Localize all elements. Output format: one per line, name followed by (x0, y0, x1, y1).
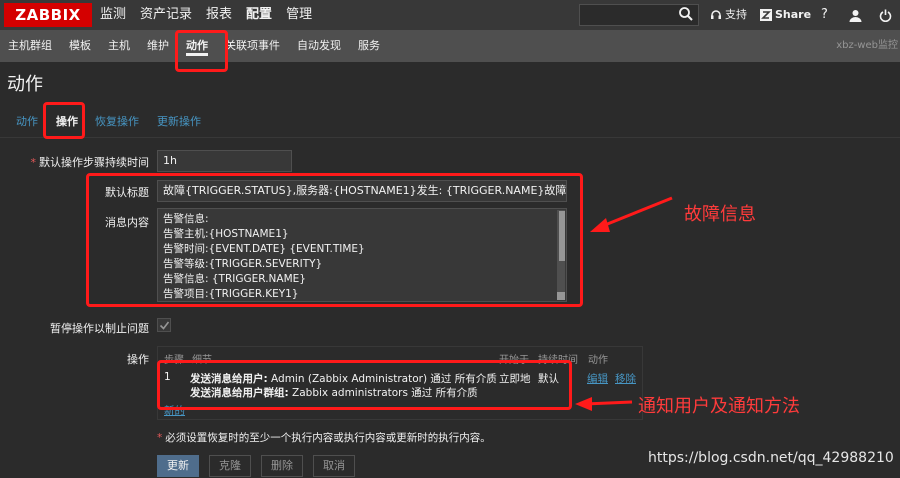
delete-button[interactable]: 删除 (261, 455, 303, 477)
tab-bar: 动作 操作 恢复操作 更新操作 (0, 106, 900, 138)
help-icon: ? (821, 7, 828, 22)
update-button[interactable]: 更新 (157, 455, 199, 477)
user-profile-link[interactable] (849, 0, 865, 30)
row-edit-link[interactable]: 编辑 (587, 371, 608, 386)
headset-icon (711, 10, 721, 19)
operations-table: 步骤 细节 开始于 持续时间 动作 1 发送消息给用户: Admin (Zabb… (157, 346, 643, 420)
top-bar: ZABBIX 监测 资产记录 报表 配置 管理 支持 Share ? (0, 0, 900, 30)
col-header-start-in: 开始于 (499, 355, 529, 366)
user-icon (849, 9, 862, 22)
top-menu-monitoring[interactable]: 监测 (100, 0, 126, 30)
page-title: 动作 (7, 74, 43, 95)
annotation-notify: 通知用户及通知方法 (638, 396, 800, 417)
top-menu-configuration[interactable]: 配置 (246, 0, 272, 30)
support-link[interactable]: 支持 (710, 0, 747, 30)
required-note: * 必须设置恢复时的至少一个执行内容或执行内容或更新时的执行内容。 (157, 432, 491, 444)
textarea-resize-handle[interactable] (557, 292, 565, 300)
support-label: 支持 (725, 8, 747, 21)
power-icon (879, 9, 892, 22)
top-menu-inventory[interactable]: 资产记录 (140, 0, 192, 30)
default-message-textarea[interactable]: 告警信息: 告警主机:{HOSTNAME1} 告警时间:{EVENT.DATE}… (157, 208, 567, 302)
pause-suppressed-checkbox[interactable] (157, 318, 171, 332)
share-label: Share (775, 8, 812, 21)
message-line: 告警项目:{TRIGGER.KEY1} (163, 288, 299, 300)
new-operation-link[interactable]: 新的 (164, 403, 185, 418)
sign-out-link[interactable] (879, 0, 895, 30)
message-line: 告警信息: {TRIGGER.NAME} (163, 273, 306, 285)
sub-menu-discovery[interactable]: 自动发现 (297, 30, 341, 62)
step-duration-input[interactable]: 1h (157, 150, 292, 172)
textarea-scroll-thumb[interactable] (559, 211, 565, 261)
search-icon[interactable] (678, 6, 694, 22)
share-link[interactable]: Share (760, 0, 811, 30)
col-header-action: 动作 (588, 355, 608, 366)
sub-menu-hosts[interactable]: 主机 (108, 30, 130, 62)
zabbix-share-icon (760, 9, 772, 21)
tab-action[interactable]: 动作 (16, 106, 38, 138)
message-line: 告警等级:{TRIGGER.SEVERITY} (163, 258, 323, 270)
row-detail-group: 发送消息给用户群组: Zabbix administrators 通过 所有介质 (190, 387, 478, 399)
sub-menu-actions[interactable]: 动作 (186, 30, 208, 62)
tab-operations[interactable]: 操作 (56, 106, 78, 138)
tab-update-operations[interactable]: 更新操作 (157, 106, 201, 138)
sub-menu-maintenance[interactable]: 维护 (147, 30, 169, 62)
col-header-steps: 步骤 (164, 355, 184, 366)
sub-menu-templates[interactable]: 模板 (69, 30, 91, 62)
clone-button[interactable]: 克隆 (209, 455, 251, 477)
col-header-details: 细节 (192, 355, 212, 366)
sub-menu-host-groups[interactable]: 主机群组 (8, 30, 52, 62)
step-duration-label: * 默认操作步骤持续时间 (30, 156, 150, 169)
default-subject-input[interactable]: 故障{TRIGGER.STATUS},服务器:{HOSTNAME1}发生: {T… (157, 180, 567, 202)
watermark: https://blog.csdn.net/qq_42988210 (648, 450, 894, 466)
host-label: xbz-web监控 (836, 40, 898, 51)
row-step: 1 (164, 371, 171, 383)
sub-menu-services[interactable]: 服务 (358, 30, 380, 62)
row-detail-user: 发送消息给用户: Admin (Zabbix Administrator) 通过… (190, 373, 497, 385)
annotation-fault-info: 故障信息 (684, 204, 756, 225)
sub-menu: 主机群组 模板 主机 维护 动作 关联项事件 自动发现 服务 (8, 30, 397, 62)
message-line: 告警时间:{EVENT.DATE} {EVENT.TIME} (163, 243, 365, 255)
row-remove-link[interactable]: 移除 (615, 371, 636, 386)
cancel-button[interactable]: 取消 (313, 455, 355, 477)
top-menu-administration[interactable]: 管理 (286, 0, 312, 30)
top-menu: 监测 资产记录 报表 配置 管理 (100, 0, 326, 30)
checkmark-icon (159, 321, 170, 330)
sub-menu-event-correlation[interactable]: 关联项事件 (225, 30, 280, 62)
row-start-in: 立即地 (499, 373, 531, 385)
sub-menu-bar: 主机群组 模板 主机 维护 动作 关联项事件 自动发现 服务 xbz-web监控 (0, 30, 900, 62)
tab-recovery-operations[interactable]: 恢复操作 (95, 106, 139, 138)
message-line: 告警主机:{HOSTNAME1} (163, 228, 289, 240)
default-message-label: 消息内容 (105, 216, 149, 229)
operations-label: 操作 (127, 353, 149, 366)
default-subject-label: 默认标题 (105, 186, 149, 199)
message-line: 告警信息: (163, 213, 209, 225)
pause-suppressed-label: 暂停操作以制止问题 (50, 322, 149, 335)
top-menu-reports[interactable]: 报表 (206, 0, 232, 30)
help-link[interactable]: ? (821, 0, 828, 30)
zabbix-logo[interactable]: ZABBIX (4, 3, 92, 27)
row-duration: 默认 (538, 373, 559, 385)
col-header-duration: 持续时间 (538, 355, 578, 366)
